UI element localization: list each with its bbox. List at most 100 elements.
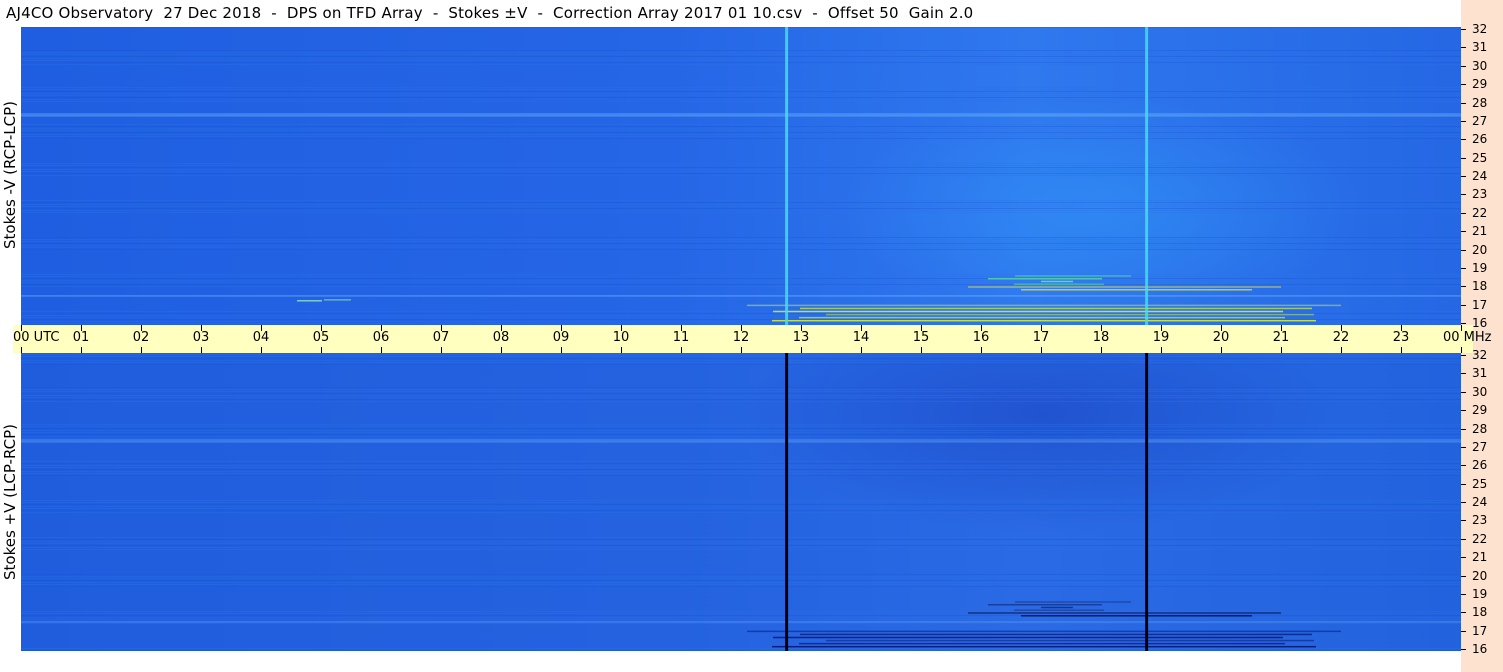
texture-band (21, 95, 1461, 96)
texture-band (21, 543, 1461, 544)
y-tick (1461, 249, 1466, 251)
x-tick-label: 05 (312, 330, 330, 345)
x-tick-label: 04 (252, 330, 270, 345)
texture-band (21, 241, 1461, 242)
y-tick-label: 23 (1472, 187, 1488, 202)
x-tick-label: 10 (612, 330, 630, 345)
x-tick-label: 14 (852, 330, 870, 345)
y-tick-label: 25 (1472, 150, 1488, 165)
texture-band (21, 574, 1461, 575)
texture-band (21, 426, 1461, 427)
texture-band (21, 239, 1461, 240)
texture-band (21, 387, 1461, 388)
texture-band (21, 623, 1461, 624)
x-tick-label: 00 UTC (13, 330, 60, 345)
texture-band (21, 364, 1461, 365)
texture-band (21, 648, 1461, 649)
y-tick (1461, 612, 1466, 614)
y-tick (1461, 304, 1466, 306)
x-tick-label: 19 (1152, 330, 1170, 345)
x-tick-label: 22 (1332, 330, 1350, 345)
texture-band (21, 280, 1461, 281)
y-tick (1461, 65, 1466, 67)
y-tick-label: 22 (1472, 205, 1488, 220)
x-tick-label: 00 MHz (1443, 330, 1492, 345)
y-tick-label: 23 (1472, 513, 1488, 528)
texture-band (21, 401, 1461, 402)
frequency-axis-bottom: 16 17 18 19 20 21 22 23 24 25 26 27 28 29 30 31 32 (1461, 348, 1503, 656)
y-tick-label: 17 (1472, 297, 1488, 312)
spectrogram-bottom-svg (21, 353, 1461, 651)
y-tick-label: 31 (1472, 366, 1488, 381)
y-tick (1461, 557, 1466, 559)
y-tick (1461, 176, 1466, 177)
texture-band (21, 173, 1461, 174)
texture-band (21, 138, 1461, 139)
y-tick (1461, 194, 1466, 196)
y-tick (1461, 286, 1466, 288)
x-tick-label: 23 (1392, 330, 1410, 345)
texture-band (21, 428, 1461, 429)
texture-band (21, 126, 1461, 127)
x-tick (741, 347, 742, 353)
y-tick (1461, 139, 1466, 141)
texture-band (21, 537, 1461, 538)
y-tick-label: 16 (1472, 642, 1488, 656)
burst-region (297, 299, 351, 302)
x-tick (321, 347, 322, 353)
burst-stripe (799, 642, 1285, 645)
interference-line (21, 295, 1461, 297)
y-tick-label: 22 (1472, 531, 1488, 546)
burst-stripe (1021, 289, 1252, 291)
x-tick-label: 11 (672, 330, 690, 345)
texture-band (21, 165, 1461, 166)
burst-stripe (297, 300, 322, 302)
x-tick (261, 347, 262, 353)
y-tick-label: 28 (1472, 95, 1488, 110)
burst-stripe (1014, 609, 1104, 611)
x-tick (621, 347, 622, 353)
texture-band (21, 62, 1461, 63)
texture-band (21, 200, 1461, 201)
x-tick-label: 07 (432, 330, 450, 345)
texture-band (21, 93, 1461, 94)
texture-band (21, 510, 1461, 511)
interference-line (21, 439, 1461, 441)
texture-band (21, 463, 1461, 464)
y-tick (1461, 520, 1466, 522)
texture-band (21, 208, 1461, 209)
texture-band (21, 358, 1461, 359)
texture-band (21, 132, 1461, 133)
texture-band (21, 650, 1461, 651)
texture-band (21, 582, 1461, 583)
texture-band (21, 432, 1461, 433)
frequency-axis-top: 16 17 18 19 20 21 22 23 24 25 26 27 28 29 30 31 32 (1461, 22, 1503, 330)
texture-band (21, 167, 1461, 168)
vertical-marker-line (1145, 353, 1149, 651)
texture-band (21, 175, 1461, 176)
x-tick (561, 347, 562, 353)
y-tick (1461, 120, 1466, 122)
texture-band (21, 128, 1461, 129)
y-tick (1461, 267, 1466, 269)
texture-band (21, 171, 1461, 172)
texture-band (21, 430, 1461, 431)
texture-band (21, 438, 1461, 439)
y-tick-label: 20 (1472, 242, 1488, 257)
y-tick-label: 32 (1472, 22, 1488, 36)
burst-stripe (968, 286, 1281, 288)
x-tick (1221, 347, 1222, 353)
texture-band (21, 212, 1461, 213)
y-tick-label: 28 (1472, 421, 1488, 436)
texture-band (21, 584, 1461, 585)
y-tick-label: 31 (1472, 40, 1488, 55)
texture-band (21, 512, 1461, 513)
texture-band (21, 475, 1461, 476)
texture-band (21, 504, 1461, 505)
y-tick (1461, 29, 1466, 30)
interference-line (21, 621, 1461, 623)
y-tick-label: 30 (1472, 58, 1488, 73)
y-tick (1461, 84, 1466, 86)
texture-band (21, 508, 1461, 509)
y-tick-label: 29 (1472, 77, 1488, 92)
